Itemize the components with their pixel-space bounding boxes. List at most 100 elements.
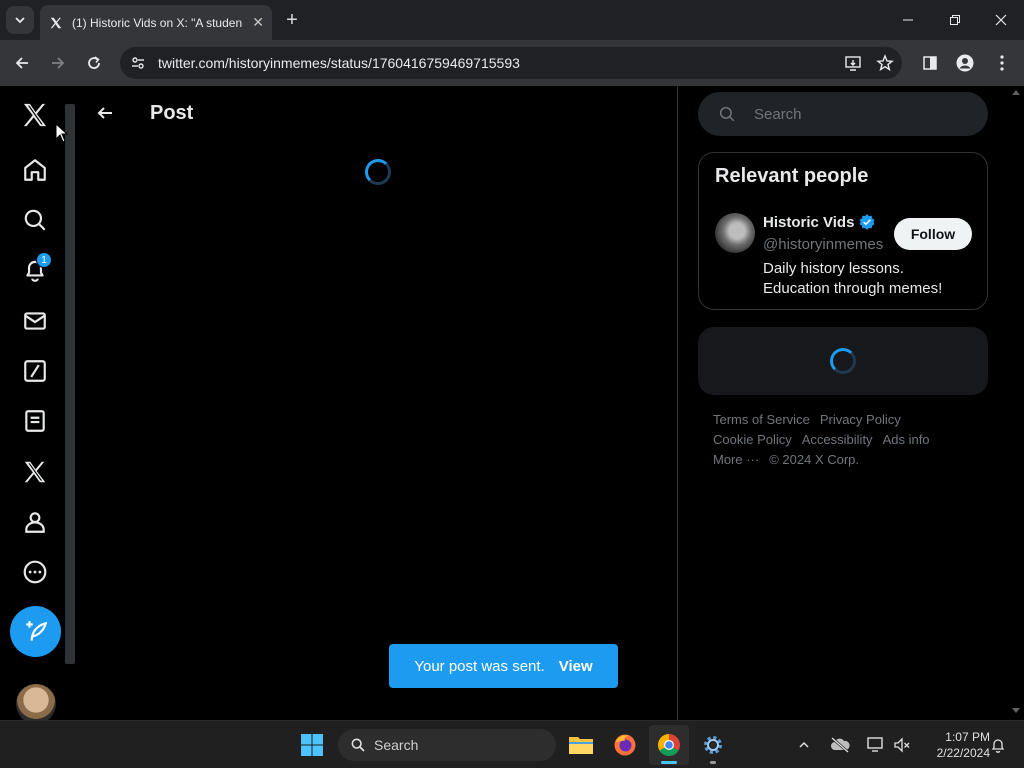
close-window-button[interactable] bbox=[983, 6, 1019, 34]
lists-icon bbox=[25, 410, 45, 432]
file-explorer-button[interactable] bbox=[561, 725, 601, 765]
home-icon bbox=[24, 159, 46, 181]
nav-explore[interactable] bbox=[10, 195, 60, 245]
windows-taskbar: Search 1:07 PM 2/22/2024 bbox=[0, 720, 1024, 768]
bell-icon bbox=[991, 739, 1005, 753]
clock[interactable]: 1:07 PM 2/22/2024 bbox=[916, 729, 990, 761]
clock-date: 2/22/2024 bbox=[936, 746, 990, 760]
reload-icon bbox=[88, 56, 100, 69]
chrome-button[interactable] bbox=[649, 725, 689, 765]
start-button[interactable] bbox=[292, 725, 332, 765]
search-box[interactable]: Search bbox=[698, 92, 988, 136]
notifications-center-button[interactable] bbox=[986, 725, 1010, 765]
arrow-left-icon bbox=[97, 107, 112, 119]
install-app-icon[interactable] bbox=[844, 54, 862, 72]
nav-more[interactable] bbox=[10, 547, 60, 597]
search-placeholder: Search bbox=[754, 105, 802, 123]
bookmark-star-icon[interactable] bbox=[876, 54, 894, 72]
arrow-right-icon bbox=[52, 57, 65, 69]
folder-icon bbox=[569, 737, 593, 754]
person-avatar[interactable] bbox=[715, 213, 755, 253]
nav-lists[interactable] bbox=[10, 396, 60, 446]
follow-button[interactable]: Follow bbox=[894, 218, 972, 250]
person-bio: Daily history lessons. Education through… bbox=[763, 259, 942, 299]
settings-button[interactable] bbox=[693, 725, 733, 765]
forward-button[interactable] bbox=[44, 49, 72, 77]
nav-grok[interactable] bbox=[10, 346, 60, 396]
site-settings-icon[interactable] bbox=[130, 55, 146, 71]
reload-button[interactable] bbox=[80, 49, 108, 77]
back-arrow-button[interactable] bbox=[90, 98, 120, 128]
left-scrollbar[interactable] bbox=[62, 104, 78, 716]
relevant-people-title: Relevant people bbox=[715, 165, 869, 187]
active-app-indicator bbox=[661, 761, 677, 764]
browser-tab-active[interactable]: (1) Historic Vids on X: "A studen ✕ bbox=[40, 5, 272, 40]
restore-icon bbox=[950, 15, 960, 25]
show-hidden-icons-button[interactable] bbox=[792, 725, 816, 765]
nav-notifications[interactable]: 1 bbox=[10, 245, 60, 295]
taskbar-search-label: Search bbox=[374, 737, 419, 753]
running-app-indicator bbox=[710, 761, 716, 764]
more-vertical-icon bbox=[1000, 55, 1004, 71]
terms-link[interactable]: Terms of Service bbox=[713, 412, 810, 427]
minimize-button[interactable] bbox=[890, 6, 926, 34]
main-column: Post Your post was sent. View bbox=[78, 86, 678, 720]
loading-spinner bbox=[365, 159, 391, 185]
back-button[interactable] bbox=[8, 49, 36, 77]
network-button[interactable] bbox=[862, 725, 890, 765]
nav-messages[interactable] bbox=[10, 296, 60, 346]
taskbar-search-box[interactable]: Search bbox=[338, 729, 556, 761]
person-handle: @historyinmemes bbox=[763, 236, 883, 253]
toast-view-link[interactable]: View bbox=[559, 658, 593, 675]
footer-links: Terms of Service Privacy Policy Cookie Po… bbox=[713, 410, 973, 470]
firefox-button[interactable] bbox=[605, 725, 645, 765]
windows-logo-icon bbox=[301, 734, 323, 756]
chevron-down-icon bbox=[15, 17, 25, 24]
left-scrollbar-thumb[interactable] bbox=[65, 104, 75, 664]
ads-info-link[interactable]: Ads info bbox=[883, 432, 930, 447]
scroll-down-arrow[interactable] bbox=[1012, 708, 1020, 713]
menu-button[interactable] bbox=[988, 49, 1016, 77]
loading-card bbox=[698, 327, 988, 395]
side-panel-button[interactable] bbox=[916, 49, 944, 77]
gear-icon bbox=[704, 736, 722, 754]
address-bar[interactable]: twitter.com/historyinmemes/status/176041… bbox=[120, 47, 902, 79]
tab-search-button[interactable] bbox=[6, 6, 34, 34]
onedrive-button[interactable] bbox=[826, 725, 854, 765]
new-tab-button[interactable]: + bbox=[280, 8, 304, 32]
chevron-up-icon bbox=[799, 741, 809, 748]
nav-home[interactable] bbox=[10, 145, 60, 195]
right-sidebar: Search Relevant people Historic Vids @hi… bbox=[678, 86, 1008, 720]
browser-tab-bar: (1) Historic Vids on X: "A studen ✕ + bbox=[0, 0, 1024, 40]
more-link[interactable]: More ··· bbox=[713, 452, 759, 467]
person-name[interactable]: Historic Vids bbox=[763, 214, 854, 231]
tab-title: (1) Historic Vids on X: "A studen bbox=[72, 15, 243, 30]
nav-profile[interactable] bbox=[10, 497, 60, 547]
premium-icon bbox=[24, 461, 46, 483]
close-icon bbox=[995, 14, 1007, 26]
post-compose-button[interactable] bbox=[10, 606, 61, 657]
accessibility-link[interactable]: Accessibility bbox=[802, 432, 873, 447]
relevant-people-card: Relevant people Historic Vids @historyin… bbox=[698, 152, 988, 310]
profile-button[interactable] bbox=[951, 49, 979, 77]
scroll-up-arrow[interactable] bbox=[1012, 90, 1020, 95]
x-page: 1 Post Your post was sent. View Search R… bbox=[0, 86, 1024, 720]
nav-premium[interactable] bbox=[10, 447, 60, 497]
tab-close-icon[interactable]: ✕ bbox=[252, 14, 264, 31]
volume-button[interactable] bbox=[888, 725, 916, 765]
search-icon bbox=[719, 106, 735, 122]
firefox-icon bbox=[614, 734, 636, 756]
page-scrollbar[interactable] bbox=[1008, 86, 1024, 720]
privacy-link[interactable]: Privacy Policy bbox=[820, 412, 901, 427]
x-logo-link[interactable] bbox=[10, 90, 60, 140]
messages-icon bbox=[24, 312, 46, 330]
cloud-offline-icon bbox=[831, 737, 850, 753]
side-panel-icon bbox=[923, 56, 937, 70]
person-bio-line1: Daily history lessons. bbox=[763, 260, 904, 277]
loading-spinner bbox=[830, 348, 856, 374]
cookie-link[interactable]: Cookie Policy bbox=[713, 432, 792, 447]
url-text[interactable]: twitter.com/historyinmemes/status/176041… bbox=[158, 55, 844, 71]
page-title: Post bbox=[150, 102, 194, 124]
account-avatar[interactable] bbox=[16, 684, 56, 720]
restore-button[interactable] bbox=[937, 6, 973, 34]
